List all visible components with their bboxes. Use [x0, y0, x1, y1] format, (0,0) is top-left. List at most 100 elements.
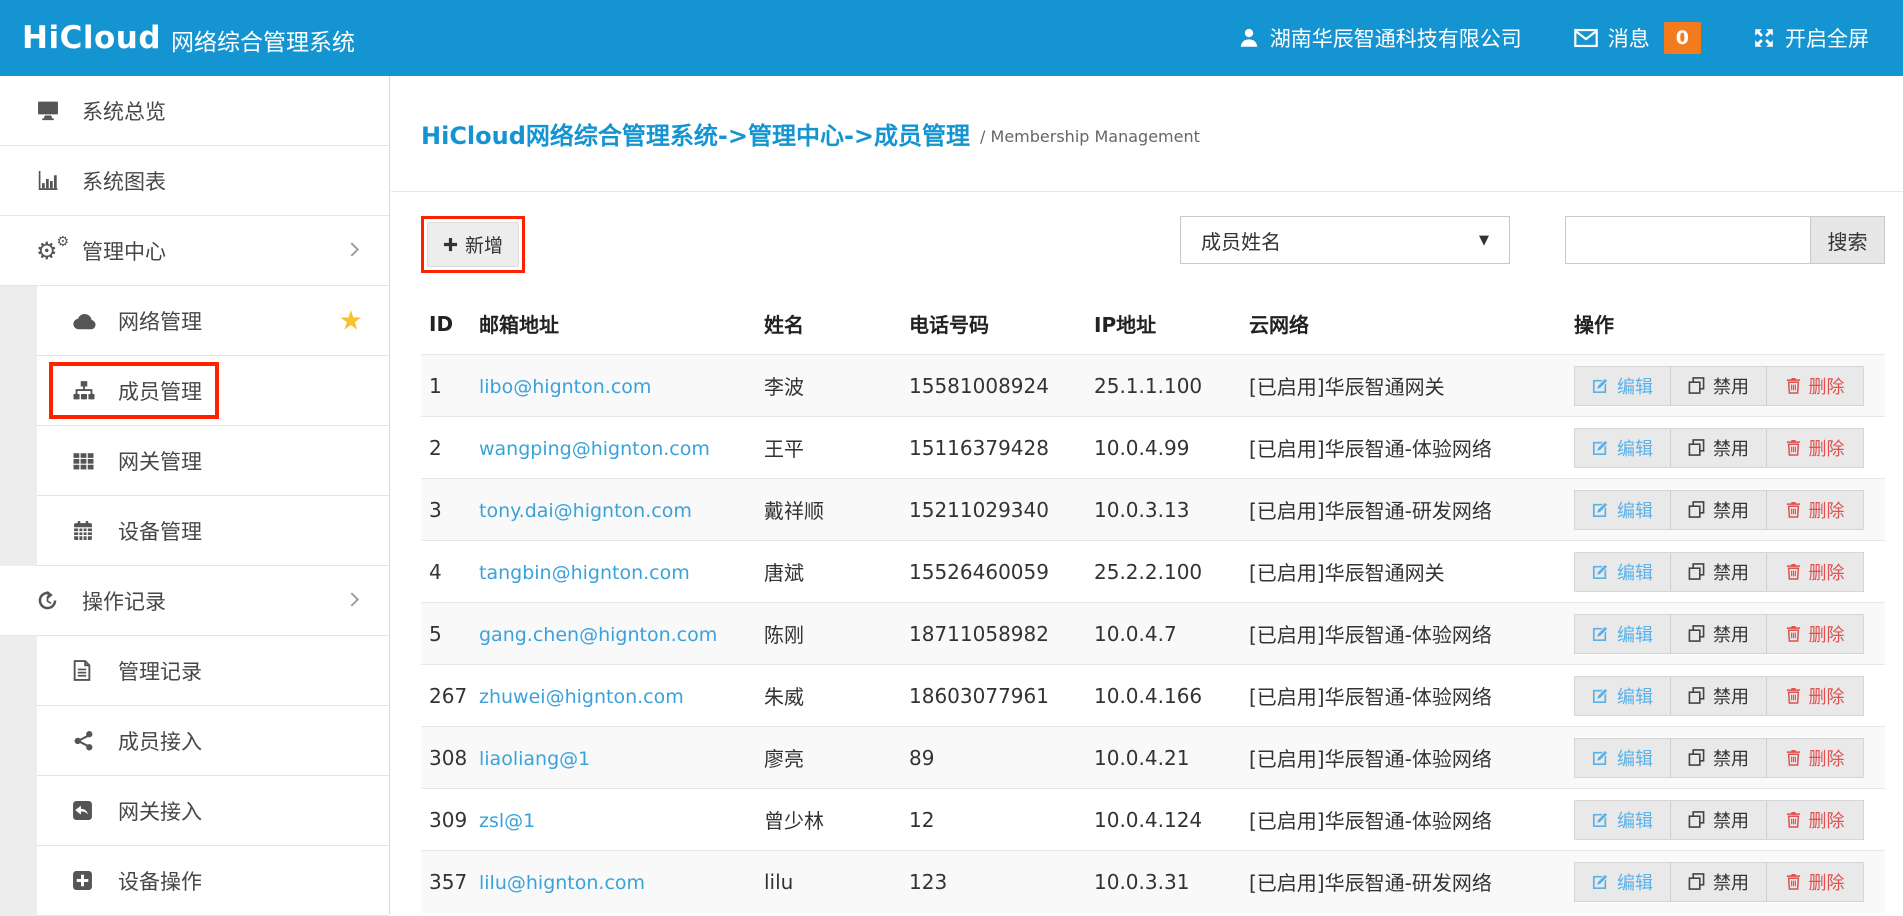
- search-input[interactable]: [1565, 216, 1810, 264]
- document-icon: [72, 660, 106, 681]
- col-id: ID: [421, 297, 471, 355]
- cell-actions: 编辑 禁用 删除: [1566, 603, 1885, 665]
- clone-icon: [1688, 439, 1705, 456]
- fullscreen-label: 开启全屏: [1785, 23, 1869, 53]
- row-action-group: 编辑 禁用 删除: [1574, 738, 1864, 778]
- company-account[interactable]: 湖南华辰智通科技有限公司: [1238, 23, 1522, 53]
- sidebar-item-device-management[interactable]: 设备管理: [37, 496, 389, 566]
- edit-icon: [1592, 439, 1609, 456]
- clone-icon: [1688, 501, 1705, 518]
- sidebar-item-management-center[interactable]: ⚙⚙ 管理中心: [0, 216, 389, 286]
- messages-button[interactable]: 消息 0: [1574, 22, 1701, 54]
- email-link[interactable]: lilu@hignton.com: [479, 872, 645, 894]
- disable-button[interactable]: 禁用: [1671, 863, 1767, 901]
- disable-button[interactable]: 禁用: [1671, 491, 1767, 529]
- email-link[interactable]: tangbin@hignton.com: [479, 562, 690, 584]
- cell-name: 廖亮: [756, 727, 901, 789]
- email-link[interactable]: tony.dai@hignton.com: [479, 500, 692, 522]
- email-link[interactable]: liaoliang@1: [479, 748, 590, 770]
- delete-button[interactable]: 删除: [1767, 491, 1863, 529]
- cell-id: 2: [421, 417, 471, 479]
- disable-button[interactable]: 禁用: [1671, 553, 1767, 591]
- disable-button[interactable]: 禁用: [1671, 677, 1767, 715]
- delete-button[interactable]: 删除: [1767, 677, 1863, 715]
- disable-button[interactable]: 禁用: [1671, 801, 1767, 839]
- member-filter-select[interactable]: 成员姓名 ▼: [1180, 216, 1510, 264]
- delete-button[interactable]: 删除: [1767, 553, 1863, 591]
- trash-icon: [1786, 873, 1801, 890]
- disable-button[interactable]: 禁用: [1671, 429, 1767, 467]
- trash-icon: [1786, 501, 1801, 518]
- email-link[interactable]: wangping@hignton.com: [479, 438, 710, 460]
- cell-email: gang.chen@hignton.com: [471, 603, 756, 665]
- filter-selected-value: 成员姓名: [1201, 226, 1281, 255]
- cell-actions: 编辑 禁用 删除: [1566, 417, 1885, 479]
- edit-button[interactable]: 编辑: [1575, 739, 1671, 777]
- email-link[interactable]: libo@hignton.com: [479, 376, 651, 398]
- cell-name: 王平: [756, 417, 901, 479]
- cell-ip: 10.0.3.13: [1086, 479, 1241, 541]
- cell-name: 曾少林: [756, 789, 901, 851]
- delete-button[interactable]: 删除: [1767, 801, 1863, 839]
- toolbar: 新增 成员姓名 ▼ 搜索: [391, 192, 1903, 273]
- breadcrumb-subtitle: / Membership Management: [980, 127, 1200, 146]
- trash-icon: [1786, 687, 1801, 704]
- cell-name: lilu: [756, 851, 901, 913]
- edit-button[interactable]: 编辑: [1575, 429, 1671, 467]
- sidebar-item-gateway-management[interactable]: 网关管理: [37, 426, 389, 496]
- cell-phone: 18603077961: [901, 665, 1086, 727]
- cell-id: 267: [421, 665, 471, 727]
- fullscreen-button[interactable]: 开启全屏: [1753, 23, 1869, 53]
- search-button[interactable]: 搜索: [1810, 216, 1885, 264]
- clone-icon: [1688, 749, 1705, 766]
- delete-button[interactable]: 删除: [1767, 429, 1863, 467]
- cell-phone: 123: [901, 851, 1086, 913]
- edit-button[interactable]: 编辑: [1575, 553, 1671, 591]
- trash-icon: [1786, 377, 1801, 394]
- user-icon: [1238, 27, 1260, 49]
- table-row: 2 wangping@hignton.com 王平 15116379428 10…: [421, 417, 1885, 479]
- cell-id: 309: [421, 789, 471, 851]
- delete-button[interactable]: 删除: [1767, 739, 1863, 777]
- edit-button[interactable]: 编辑: [1575, 677, 1671, 715]
- top-bar: HiCloud 网络综合管理系统 湖南华辰智通科技有限公司 消息 0 开启全屏: [0, 0, 1903, 76]
- sidebar-item-member-management[interactable]: 成员管理: [37, 356, 389, 426]
- management-center-submenu: 网络管理 ★ 成员管理 网关管理 设备管理: [0, 286, 389, 566]
- member-table-body: 1 libo@hignton.com 李波 15581008924 25.1.1…: [421, 355, 1885, 913]
- col-network: 云网络: [1241, 297, 1566, 355]
- sidebar-item-system-charts[interactable]: 系统图表: [0, 146, 389, 216]
- row-action-group: 编辑 禁用 删除: [1574, 366, 1864, 406]
- member-table: ID 邮箱地址 姓名 电话号码 IP地址 云网络 操作 1 libo@hignt…: [421, 297, 1885, 913]
- cell-email: liaoliang@1: [471, 727, 756, 789]
- sidebar-item-member-access[interactable]: 成员接入: [37, 706, 389, 776]
- cell-network: [已启用]华辰智通-体验网络: [1241, 727, 1566, 789]
- sidebar-item-management-records[interactable]: 管理记录: [37, 636, 389, 706]
- edit-button[interactable]: 编辑: [1575, 863, 1671, 901]
- cell-ip: 10.0.4.99: [1086, 417, 1241, 479]
- sidebar-item-gateway-access[interactable]: 网关接入: [37, 776, 389, 846]
- edit-button[interactable]: 编辑: [1575, 801, 1671, 839]
- disable-button[interactable]: 禁用: [1671, 739, 1767, 777]
- disable-button[interactable]: 禁用: [1671, 615, 1767, 653]
- edit-button[interactable]: 编辑: [1575, 491, 1671, 529]
- sidebar-item-system-overview[interactable]: 系统总览: [0, 76, 389, 146]
- col-phone: 电话号码: [901, 297, 1086, 355]
- cell-actions: 编辑 禁用 删除: [1566, 541, 1885, 603]
- sidebar-item-label: 设备操作: [118, 866, 202, 896]
- email-link[interactable]: gang.chen@hignton.com: [479, 624, 717, 646]
- table-row: 267 zhuwei@hignton.com 朱威 18603077961 10…: [421, 665, 1885, 727]
- delete-button[interactable]: 删除: [1767, 367, 1863, 405]
- sidebar-item-label: 管理中心: [82, 236, 166, 266]
- email-link[interactable]: zsl@1: [479, 810, 535, 832]
- sidebar: 系统总览 系统图表 ⚙⚙ 管理中心 网络管理 ★ 成员管理: [0, 76, 390, 915]
- add-member-button[interactable]: 新增: [427, 222, 519, 267]
- edit-button[interactable]: 编辑: [1575, 367, 1671, 405]
- sidebar-item-operation-records[interactable]: 操作记录: [0, 566, 389, 636]
- delete-button[interactable]: 删除: [1767, 615, 1863, 653]
- edit-button[interactable]: 编辑: [1575, 615, 1671, 653]
- email-link[interactable]: zhuwei@hignton.com: [479, 686, 684, 708]
- delete-button[interactable]: 删除: [1767, 863, 1863, 901]
- disable-button[interactable]: 禁用: [1671, 367, 1767, 405]
- sidebar-item-device-operations[interactable]: 设备操作: [37, 846, 389, 916]
- sidebar-item-network-management[interactable]: 网络管理 ★: [37, 286, 389, 356]
